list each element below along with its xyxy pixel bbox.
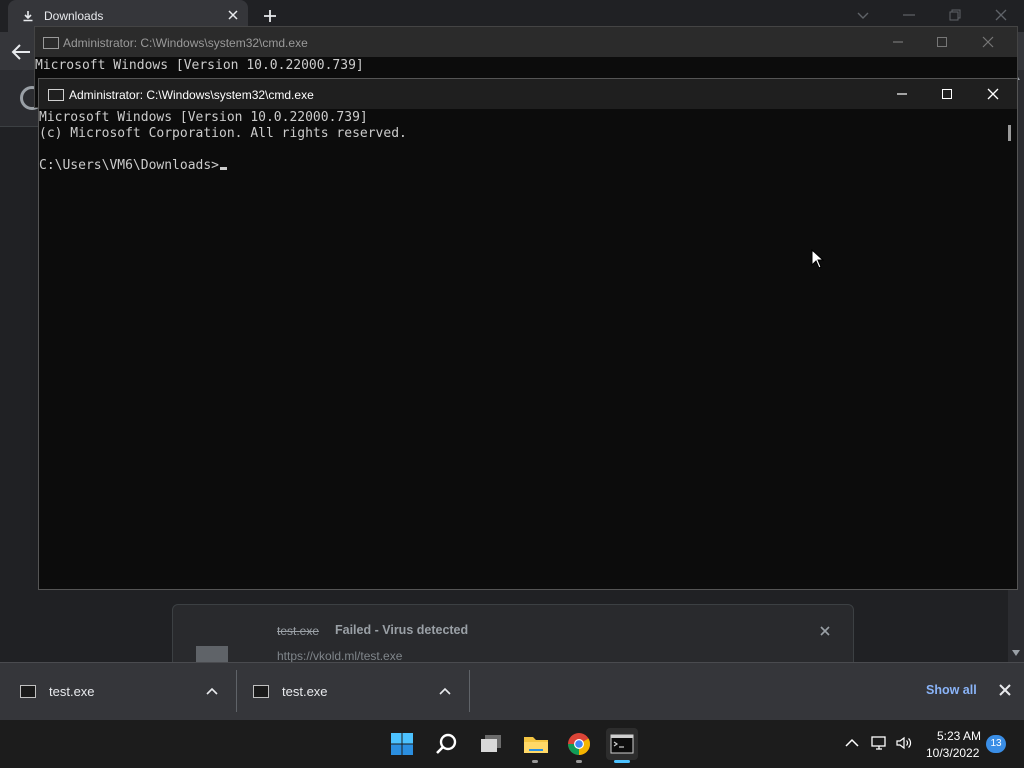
new-tab-icon[interactable]	[260, 6, 280, 26]
cmd-output-line: Microsoft Windows [Version 10.0.22000.73…	[35, 58, 364, 73]
chevron-up-icon[interactable]	[843, 734, 861, 752]
clock-time[interactable]: 5:23 AM	[937, 729, 981, 743]
minimize-icon[interactable]	[891, 35, 905, 49]
active-indicator	[614, 760, 630, 763]
mouse-pointer-icon	[811, 249, 825, 269]
cmd-prompt-line[interactable]: C:\Users\VM6\Downloads>	[39, 158, 228, 173]
volume-icon[interactable]	[895, 734, 913, 752]
browser-close-icon[interactable]	[992, 6, 1010, 24]
cmd-title: Administrator: C:\Windows\system32\cmd.e…	[69, 88, 314, 102]
chrome-icon[interactable]	[563, 728, 595, 760]
close-icon[interactable]	[986, 87, 1000, 101]
cmd-file-icon	[20, 685, 36, 698]
chevron-up-icon[interactable]	[439, 686, 451, 696]
network-icon[interactable]	[870, 734, 888, 752]
cmd-titlebar[interactable]: Administrator: C:\Windows\system32\cmd.e…	[35, 27, 1017, 57]
cmd-icon	[43, 37, 59, 49]
show-all-link[interactable]: Show all	[926, 683, 977, 697]
running-indicator	[576, 760, 582, 763]
cmd-output-line: (c) Microsoft Corporation. All rights re…	[39, 126, 407, 141]
terminal-icon[interactable]	[606, 728, 638, 760]
download-url[interactable]: https://vkold.ml/test.exe	[277, 649, 402, 663]
cmd-file-icon	[253, 685, 269, 698]
remove-download-icon[interactable]	[818, 624, 832, 638]
maximize-icon[interactable]	[940, 87, 954, 101]
running-indicator	[532, 760, 538, 763]
tab-close-icon[interactable]	[224, 6, 242, 24]
file-explorer-icon[interactable]	[520, 728, 552, 760]
cmd-scrollbar-thumb[interactable]	[1008, 125, 1011, 141]
cmd-output-line: Microsoft Windows [Version 10.0.22000.73…	[39, 110, 368, 125]
text-cursor	[220, 167, 228, 170]
scroll-down-arrow-icon[interactable]	[1012, 650, 1020, 656]
close-shelf-icon[interactable]	[998, 683, 1012, 697]
maximize-icon[interactable]	[935, 35, 949, 49]
notification-badge[interactable]: 13	[986, 735, 1006, 753]
close-icon[interactable]	[981, 35, 995, 49]
back-arrow-icon[interactable]	[10, 42, 32, 62]
search-icon[interactable]	[431, 728, 463, 760]
cmd-window-foreground[interactable]: Administrator: C:\Windows\system32\cmd.e…	[38, 78, 1018, 590]
tab-title: Downloads	[44, 9, 104, 23]
windows-start-icon[interactable]	[386, 728, 418, 760]
clock-date[interactable]: 10/3/2022	[926, 746, 979, 760]
cmd-prompt: C:\Users\VM6\Downloads>	[39, 158, 220, 173]
shelf-download-item[interactable]: test.exe	[233, 662, 465, 719]
download-icon	[23, 11, 33, 22]
cmd-icon	[48, 89, 64, 101]
shelf-item-label: test.exe	[282, 684, 328, 699]
browser-minimize-icon[interactable]	[900, 6, 918, 24]
tab-search-chevron-icon[interactable]	[854, 6, 872, 24]
download-filename[interactable]: test.exe	[277, 624, 319, 638]
task-view-icon[interactable]	[476, 728, 508, 760]
cmd-scrollbar[interactable]	[1003, 109, 1017, 589]
minimize-icon[interactable]	[895, 87, 909, 101]
shelf-separator	[469, 670, 470, 712]
chevron-up-icon[interactable]	[206, 686, 218, 696]
shelf-item-label: test.exe	[49, 684, 95, 699]
browser-restore-icon[interactable]	[946, 6, 964, 24]
download-status: Failed - Virus detected	[335, 623, 469, 637]
cmd-titlebar[interactable]: Administrator: C:\Windows\system32\cmd.e…	[39, 79, 1017, 109]
cmd-title: Administrator: C:\Windows\system32\cmd.e…	[63, 36, 308, 50]
shelf-download-item[interactable]: test.exe	[0, 662, 232, 719]
